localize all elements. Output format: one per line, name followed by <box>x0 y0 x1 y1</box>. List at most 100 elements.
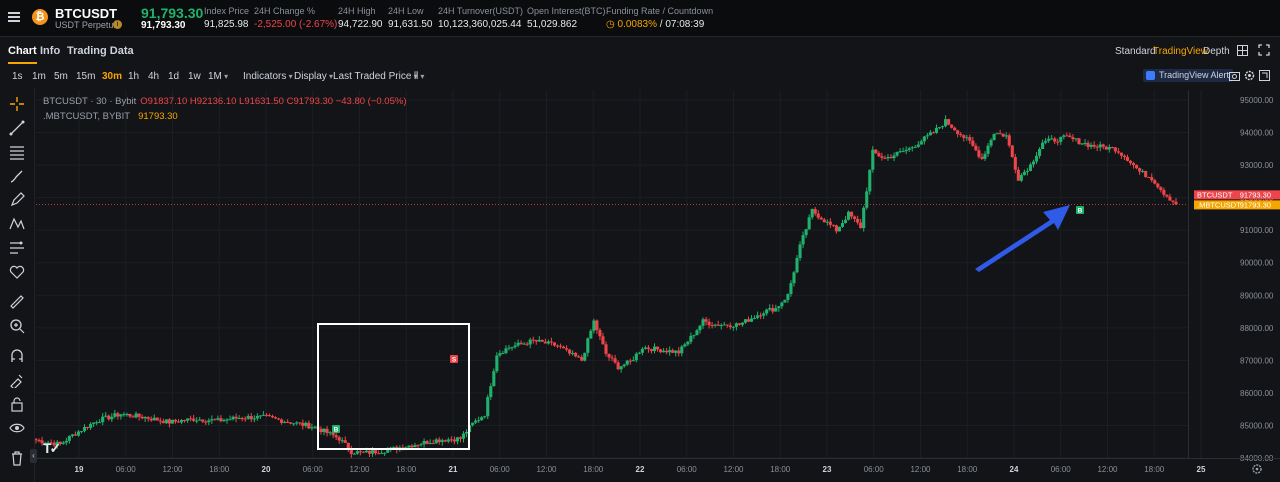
view-depth[interactable]: Depth <box>1203 46 1230 57</box>
fullscreen-icon[interactable] <box>1258 44 1270 56</box>
y-tick-label: 86000.00 <box>1240 389 1274 398</box>
candle <box>313 426 317 428</box>
settings-gear-icon[interactable] <box>1244 70 1255 81</box>
lock-drawings-icon[interactable] <box>9 372 25 390</box>
candle <box>1156 183 1160 188</box>
high-stat: 24H High 94,722.90 <box>338 6 383 30</box>
chart-legend-main: BTCUSDT · 30 · Bybit O91837.10 H92136.10 … <box>43 96 406 107</box>
trend-line-icon[interactable] <box>9 120 25 136</box>
candle <box>204 421 208 423</box>
candle <box>856 218 860 223</box>
view-tradingview[interactable]: TradingView <box>1153 46 1208 57</box>
tab-chart[interactable]: Chart <box>8 45 37 64</box>
tradingview-alert-button[interactable]: TradingView Alert <box>1143 69 1234 82</box>
eye-icon[interactable] <box>9 420 25 436</box>
candle <box>944 119 948 127</box>
candle <box>931 132 935 134</box>
fullscreen-chart-icon[interactable] <box>1259 70 1270 81</box>
x-tick-label: 22 <box>636 465 645 474</box>
candle <box>925 135 929 137</box>
candle <box>528 339 532 345</box>
timeframe-1M[interactable]: 1M <box>208 71 228 82</box>
pencil-icon[interactable] <box>9 192 25 208</box>
candle <box>783 299 787 303</box>
candle <box>98 422 102 424</box>
menu-icon[interactable] <box>8 12 20 22</box>
candle <box>956 130 960 135</box>
clock-icon: ◷ <box>606 19 618 30</box>
magnet-icon[interactable] <box>9 348 25 364</box>
candle <box>367 450 372 454</box>
candle <box>1065 135 1069 137</box>
tab-trading-data[interactable]: Trading Data <box>67 45 134 57</box>
crosshair-icon[interactable] <box>9 96 25 112</box>
candle <box>1162 189 1166 195</box>
candle <box>883 157 887 159</box>
candle <box>540 339 544 342</box>
x-tick-label: 24 <box>1010 465 1019 474</box>
collapse-toolbar-button[interactable]: ‹ <box>30 449 37 463</box>
display-dropdown[interactable]: Display <box>294 71 333 82</box>
candle <box>689 335 693 342</box>
timeframe-1s[interactable]: 1s <box>12 71 23 82</box>
candle <box>668 350 672 353</box>
timeframe-1h[interactable]: 1h <box>128 71 139 82</box>
candle <box>631 360 635 362</box>
candle <box>422 441 426 445</box>
chart-settings-gear-icon[interactable] <box>1251 463 1263 475</box>
candle <box>240 418 244 420</box>
x-tick-label: 18:00 <box>583 465 604 474</box>
legend-mark-symbol: .MBTCUSDT, BYBIT <box>43 111 131 122</box>
ruler-icon[interactable] <box>9 294 25 310</box>
ticker-bar: ₿ BTCUSDT USDT Perpetual i 91,793.30 91,… <box>0 0 1280 37</box>
candle <box>489 386 493 398</box>
timeframe-1d[interactable]: 1d <box>168 71 179 82</box>
symbol-name[interactable]: BTCUSDT <box>55 6 117 21</box>
indicators-dropdown[interactable]: Indicators <box>243 71 293 82</box>
heart-icon[interactable] <box>9 264 25 280</box>
candle <box>516 342 520 346</box>
timeframe-15m[interactable]: 15m <box>76 71 95 82</box>
candle <box>634 353 638 361</box>
horizontal-lines-icon[interactable] <box>9 144 25 160</box>
candle <box>804 229 808 236</box>
timeframe-1m[interactable]: 1m <box>32 71 46 82</box>
tab-info[interactable]: Info <box>40 45 60 57</box>
pattern-icon[interactable] <box>9 216 25 232</box>
candle <box>719 325 723 327</box>
x-tick-label: 06:00 <box>303 465 324 474</box>
candle <box>449 439 453 441</box>
y-tick-label: 89000.00 <box>1240 291 1274 300</box>
candle <box>698 325 702 331</box>
candle <box>431 443 435 445</box>
chart-style-icon[interactable]: ⫴ <box>414 71 424 82</box>
camera-icon[interactable] <box>1229 70 1240 81</box>
candle <box>837 226 842 232</box>
candle <box>977 150 981 157</box>
info-icon[interactable]: i <box>113 20 122 29</box>
candle <box>725 324 729 326</box>
projection-icon[interactable] <box>9 240 25 256</box>
candle <box>267 415 272 417</box>
lock-icon[interactable] <box>9 396 25 412</box>
layout-grid-icon[interactable] <box>1237 45 1248 56</box>
candle <box>1031 161 1036 165</box>
candle <box>780 302 784 307</box>
price-type-dropdown[interactable]: Last Traded Price <box>333 71 418 82</box>
timeframe-5m[interactable]: 5m <box>54 71 68 82</box>
candle <box>531 339 535 341</box>
candle <box>464 431 469 434</box>
candle <box>340 440 344 442</box>
y-tick-label: 93000.00 <box>1240 161 1274 170</box>
candle <box>546 341 550 344</box>
timeframe-30m[interactable]: 30m <box>102 71 122 82</box>
candle <box>692 335 696 337</box>
timeframe-1w[interactable]: 1w <box>188 71 201 82</box>
bitcoin-icon: ₿ <box>32 9 48 25</box>
trash-icon[interactable] <box>9 450 25 466</box>
zoom-icon[interactable] <box>9 318 25 334</box>
view-standard[interactable]: Standard <box>1115 46 1156 57</box>
brush-icon[interactable] <box>9 168 25 184</box>
candle <box>795 257 799 273</box>
timeframe-4h[interactable]: 4h <box>148 71 159 82</box>
